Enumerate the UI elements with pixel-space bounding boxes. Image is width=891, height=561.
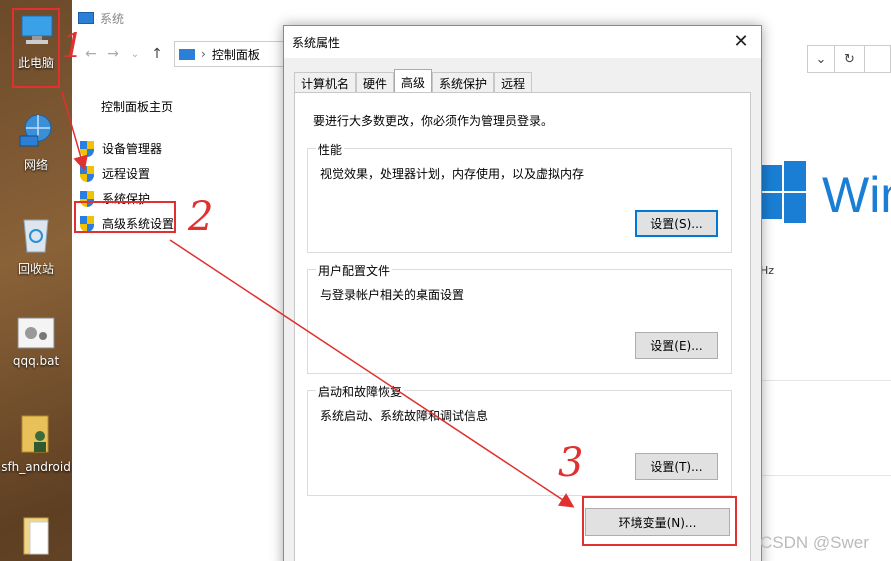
annotation-arrows: [61, 91, 575, 508]
annotation-arrow-1: [61, 91, 88, 171]
annotation-arrow-2: [169, 239, 575, 508]
watermark-text: CSDN @Swer: [760, 533, 869, 552]
